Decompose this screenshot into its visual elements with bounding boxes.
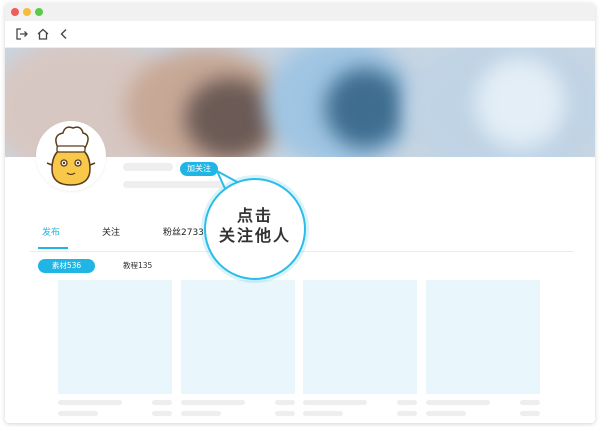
card-title-placeholder	[426, 400, 490, 405]
browser-window: 加关注 发布 关注 粉丝2733 素材536 教程135 点击 关注他人	[5, 3, 595, 423]
card-meta-placeholder	[152, 400, 172, 405]
card-subtitle-placeholder	[303, 411, 343, 416]
card-meta-placeholder	[397, 411, 417, 416]
username-placeholder	[123, 163, 173, 171]
subtab-tutorials[interactable]: 教程135	[123, 260, 152, 271]
title-bar	[5, 3, 595, 21]
card-meta-placeholder	[275, 411, 295, 416]
callout-line-2: 关注他人	[218, 226, 291, 245]
callout-line-1: 点击	[236, 206, 273, 225]
card-meta-placeholder	[152, 411, 172, 416]
active-tab-indicator	[38, 247, 68, 249]
card-subtitle-placeholder	[426, 411, 466, 416]
follow-hint-callout: 点击 关注他人	[204, 178, 306, 280]
card-meta-placeholder	[520, 400, 540, 405]
card-subtitle-placeholder	[58, 411, 98, 416]
tab-posts[interactable]: 发布	[42, 225, 60, 238]
maximize-window-button[interactable]	[35, 8, 43, 16]
back-icon[interactable]	[57, 26, 71, 40]
tab-followers[interactable]: 粉丝2733	[163, 225, 204, 238]
card-title-placeholder	[181, 400, 245, 405]
card-meta-placeholder	[397, 400, 417, 405]
content-card[interactable]	[181, 280, 295, 394]
card-title-placeholder	[303, 400, 367, 405]
close-window-button[interactable]	[11, 8, 19, 16]
content-card[interactable]	[426, 280, 540, 394]
card-title-placeholder	[58, 400, 122, 405]
card-meta-placeholder	[520, 411, 540, 416]
home-icon[interactable]	[36, 26, 50, 40]
content-card[interactable]	[303, 280, 417, 394]
minimize-window-button[interactable]	[23, 8, 31, 16]
card-meta-placeholder	[275, 400, 295, 405]
subtab-materials[interactable]: 素材536	[38, 259, 95, 273]
tabs-divider	[30, 251, 574, 252]
tab-following[interactable]: 关注	[102, 225, 120, 238]
content-card[interactable]	[58, 280, 172, 394]
logout-icon[interactable]	[15, 26, 29, 40]
card-subtitle-placeholder	[181, 411, 221, 416]
follow-button[interactable]: 加关注	[180, 162, 218, 176]
chef-mascot-icon	[38, 123, 104, 189]
toolbar	[5, 21, 595, 48]
user-avatar[interactable]	[38, 123, 104, 189]
